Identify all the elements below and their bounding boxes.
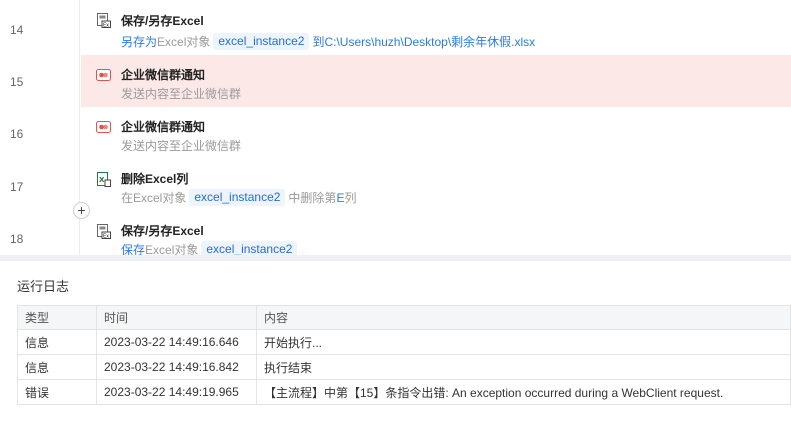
step-description: 发送内容至企业微信群 [121, 87, 242, 101]
flow-step-17[interactable]: 17 X 删除Excel列 在Excel对象 excel_instance2 中… [0, 159, 791, 211]
log-content: 【主流程】中第【15】条指令出错: An exception occurred … [256, 379, 791, 405]
log-time: 2023-03-22 14:49:16.646 [96, 329, 257, 355]
step-title: 删除Excel列 [121, 172, 189, 186]
svg-text:Ex: Ex [103, 23, 109, 29]
table-row[interactable]: 信息 2023-03-22 14:49:16.646 开始执行... [17, 329, 791, 355]
flow-step-14[interactable]: 14 Ex 保存/另存Excel 另存为 Excel对象 excel_insta… [0, 0, 791, 52]
log-panel-title: 运行日志 [17, 279, 70, 294]
table-row[interactable]: 信息 2023-03-22 14:49:16.842 执行结束 [17, 354, 791, 380]
desc-action: 另存为 [121, 35, 158, 49]
step-title: 保存/另存Excel [121, 14, 204, 28]
excel-delete-column-icon: X [97, 172, 111, 187]
step-title: 企业微信群通知 [121, 68, 206, 82]
desc-text: 列 [344, 191, 357, 205]
step-title: 企业微信群通知 [121, 120, 206, 134]
desc-text: 到 [312, 35, 325, 49]
column-header-time[interactable]: 时间 [96, 305, 257, 330]
log-content: 开始执行... [256, 329, 791, 355]
column-letter: E [336, 190, 345, 205]
line-number: 16 [10, 127, 24, 141]
log-time: 2023-03-22 14:49:16.842 [96, 354, 257, 380]
step-description: 另存为 Excel对象 excel_instance2 到 C:\Users\h… [121, 33, 535, 50]
flow-step-18[interactable]: 18 Ex 保存/另存Excel 保存 Excel对象 excel_instan… [0, 211, 791, 258]
desc-text: 中删除第 [288, 191, 337, 205]
log-content: 执行结束 [256, 354, 791, 380]
run-log-panel: 运行日志 类型 时间 内容 信息 2023-03-22 14:49:16.646… [0, 261, 791, 433]
table-header-row: 类型 时间 内容 [17, 305, 791, 330]
column-header-type[interactable]: 类型 [17, 305, 97, 330]
line-number: 17 [10, 180, 24, 194]
table-row[interactable]: 错误 2023-03-22 14:49:19.965 【主流程】中第【15】条指… [17, 379, 791, 405]
wecom-icon [96, 69, 111, 81]
log-time: 2023-03-22 14:49:19.965 [96, 379, 257, 405]
file-path: C:\Users\huzh\Desktop\剩余年休假.xlsx [324, 35, 536, 49]
step-description: 发送内容至企业微信群 [121, 139, 242, 153]
line-number: 18 [10, 232, 24, 246]
flow-step-16[interactable]: 16 企业微信群通知 发送内容至企业微信群 [0, 107, 791, 159]
svg-text:Ex: Ex [103, 234, 109, 240]
excel-save-icon: Ex [97, 224, 111, 240]
log-table: 类型 时间 内容 信息 2023-03-22 14:49:16.646 开始执行… [17, 305, 791, 405]
desc-text: Excel对象 [157, 35, 211, 49]
line-number: 15 [10, 75, 24, 89]
flow-step-15[interactable]: 15 企业微信群通知 发送内容至企业微信群 [0, 55, 791, 107]
svg-text:X: X [99, 176, 105, 184]
variable-tag[interactable]: excel_instance2 [213, 33, 310, 50]
wecom-icon [96, 121, 111, 133]
variable-tag[interactable]: excel_instance2 [189, 189, 286, 206]
desc-text: 在Excel对象 [121, 191, 187, 205]
column-header-content[interactable]: 内容 [256, 305, 791, 330]
line-number: 14 [10, 23, 24, 37]
log-type: 错误 [17, 379, 97, 405]
flow-editor: 14 Ex 保存/另存Excel 另存为 Excel对象 excel_insta… [0, 0, 791, 258]
excel-save-icon: Ex [97, 13, 111, 29]
log-type: 信息 [17, 329, 97, 355]
add-step-button[interactable]: + [73, 202, 90, 219]
step-description: 在Excel对象 excel_instance2 中删除第 E 列 [121, 189, 356, 206]
step-title: 保存/另存Excel [121, 224, 204, 238]
log-type: 信息 [17, 354, 97, 380]
